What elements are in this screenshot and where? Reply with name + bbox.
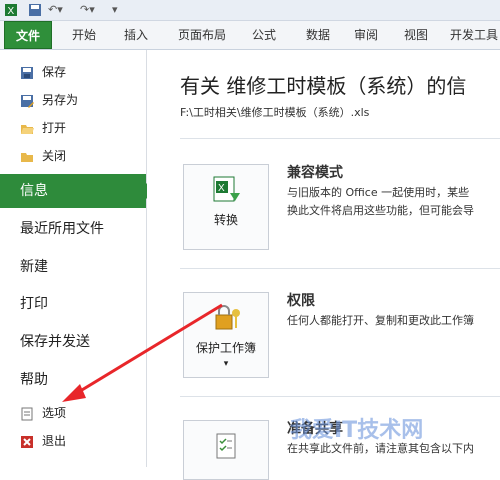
save-icon <box>20 65 34 79</box>
close-folder-icon <box>20 149 34 163</box>
compat-desc-line2: 换此文件将启用这些功能，但可能会导 <box>287 204 474 217</box>
divider <box>180 396 500 397</box>
page-title: 有关 维修工时模板（系统）的信 <box>180 74 467 98</box>
svg-text:X: X <box>8 6 15 17</box>
nav-info-label: 信息 <box>20 183 48 199</box>
file-path: F:\工时相关\维修工时模板（系统）.xls <box>180 106 370 119</box>
permissions-title: 权限 <box>287 293 315 309</box>
exit-icon <box>20 434 34 448</box>
nav-new-label: 新建 <box>20 259 48 275</box>
close-command[interactable]: 关闭 <box>0 145 146 167</box>
backstage-menu: 保存 另存为 打开 关闭 信息 最近所用文件 新建 打印 保存并发送 帮助 选项… <box>0 50 154 467</box>
exit-command[interactable]: 退出 <box>0 430 146 452</box>
tab-formulas[interactable]: 公式 <box>240 21 288 49</box>
nav-save-send[interactable]: 保存并发送 <box>0 325 146 359</box>
tab-file[interactable]: 文件 <box>4 21 52 49</box>
nav-help-label: 帮助 <box>20 372 48 388</box>
convert-label: 转换 <box>213 213 238 227</box>
permissions-desc: 任何人都能打开、复制和更改此工作簿 <box>287 314 474 327</box>
tab-data[interactable]: 数据 <box>294 21 342 49</box>
nav-save-send-label: 保存并发送 <box>20 334 90 350</box>
save-icon[interactable] <box>28 3 42 17</box>
tab-home[interactable]: 开始 <box>60 21 108 49</box>
ribbon-tabs: 文件 开始 插入 页面布局 公式 数据 审阅 视图 开发工具 <box>0 21 500 50</box>
excel-convert-icon: X <box>212 175 242 205</box>
tab-view[interactable]: 视图 <box>392 21 440 49</box>
close-label: 关闭 <box>42 149 67 163</box>
undo-icon[interactable]: ↶▾ <box>48 3 63 17</box>
exit-label: 退出 <box>42 434 67 448</box>
save-as-label: 另存为 <box>42 93 79 107</box>
options-label: 选项 <box>42 406 67 420</box>
nav-help[interactable]: 帮助 <box>0 363 146 397</box>
nav-recent[interactable]: 最近所用文件 <box>0 212 146 246</box>
nav-print-label: 打印 <box>20 296 48 312</box>
redo-icon[interactable]: ↷▾ <box>80 3 95 17</box>
nav-info[interactable]: 信息 <box>0 174 154 208</box>
compat-mode-title: 兼容模式 <box>287 165 343 181</box>
excel-icon: X <box>4 3 18 17</box>
watermark: 我爱IT技术网 <box>290 418 424 443</box>
options-command[interactable]: 选项 <box>0 402 146 424</box>
quick-access-toolbar: X ↶▾ ↷▾ ▾ <box>0 0 500 21</box>
check-issues-button[interactable] <box>183 420 269 480</box>
svg-text:X: X <box>218 183 225 194</box>
save-label: 保存 <box>42 65 67 79</box>
tab-insert[interactable]: 插入 <box>112 21 160 49</box>
compat-desc-line1: 与旧版本的 Office 一起使用时，某些 <box>287 186 470 199</box>
tab-page-layout[interactable]: 页面布局 <box>170 21 234 49</box>
open-label: 打开 <box>42 121 67 135</box>
nav-new[interactable]: 新建 <box>0 250 146 284</box>
save-as-command[interactable]: 另存为 <box>0 89 146 111</box>
tab-review[interactable]: 审阅 <box>342 21 390 49</box>
nav-print[interactable]: 打印 <box>0 287 146 321</box>
save-as-icon <box>20 93 34 108</box>
protect-workbook-button[interactable]: 保护工作簿 ▾ <box>183 292 269 378</box>
tab-developer[interactable]: 开发工具 <box>444 21 500 49</box>
nav-recent-label: 最近所用文件 <box>20 221 104 237</box>
options-icon <box>20 406 34 421</box>
divider <box>180 138 500 139</box>
chevron-down-icon: ▾ <box>223 359 229 369</box>
protect-workbook-label: 保护工作簿 <box>195 341 256 355</box>
divider <box>180 268 500 269</box>
info-pane: 有关 维修工时模板（系统）的信 F:\工时相关\维修工时模板（系统）.xls X… <box>147 50 500 480</box>
open-command[interactable]: 打开 <box>0 117 146 139</box>
checklist-icon <box>212 431 242 461</box>
convert-button[interactable]: X 转换 <box>183 164 269 250</box>
save-command[interactable]: 保存 <box>0 61 146 83</box>
open-folder-icon <box>20 121 34 135</box>
customize-qat-icon[interactable]: ▾ <box>112 3 118 17</box>
lock-key-icon <box>212 303 242 333</box>
